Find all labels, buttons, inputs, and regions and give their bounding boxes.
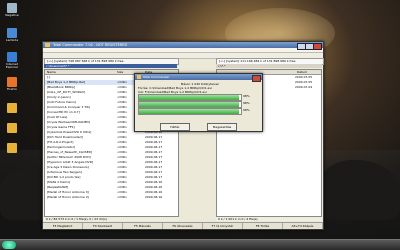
folder-icon bbox=[7, 143, 17, 153]
desktop-icon-label: Lambda bbox=[5, 38, 19, 42]
table-row[interactable]: [Medal of Honor Airborne II] <DIR> 2009.06… bbox=[45, 195, 178, 200]
progress-percent: 98% bbox=[243, 101, 250, 105]
function-key-bar: F3 Megtekint F4 Szerkeszt F5 Másolás F6 Átn… bbox=[43, 222, 323, 229]
total-commander-window: Total Commander 7.04 - NOT REGISTERED [-… bbox=[42, 41, 324, 230]
row-size: <DIR> bbox=[117, 195, 128, 199]
function-key-button[interactable]: F8 Törlés bbox=[243, 223, 283, 229]
progress-percent: 98% bbox=[243, 94, 250, 98]
function-key-button[interactable]: F7 Új könyvtár bbox=[203, 223, 243, 229]
path-left[interactable]: c:\Download\*.* bbox=[44, 64, 177, 68]
background-button[interactable]: Háttér bbox=[160, 123, 190, 131]
folder-icon bbox=[7, 103, 17, 113]
status-left: 0 k / 82 573 k in 0 / 1 file(s), 0 / 23 … bbox=[44, 217, 179, 221]
desktop-icon[interactable]: Internet Explorer bbox=[2, 52, 22, 70]
progress-bar bbox=[138, 94, 242, 101]
desktop-icon[interactable]: Negative bbox=[2, 3, 22, 17]
dialog-close-button[interactable] bbox=[252, 74, 261, 82]
path-right[interactable]: c:\*.* bbox=[216, 64, 322, 68]
desktop-icon[interactable] bbox=[2, 143, 22, 154]
dialog-title-bar[interactable]: Total Commander bbox=[135, 74, 262, 82]
cancel-button[interactable]: Megszakítás bbox=[207, 123, 237, 131]
status-right: 0 k / 1 001 k in 0 / 4 file(s) bbox=[216, 217, 322, 221]
desktop-icon[interactable]: Lambda bbox=[2, 28, 22, 42]
title-bar[interactable]: Total Commander 7.04 - NOT REGISTERED bbox=[43, 42, 323, 50]
folder-icon bbox=[7, 123, 17, 133]
desktop-icon[interactable] bbox=[2, 103, 22, 114]
progress-percent: 98% bbox=[243, 108, 250, 112]
app-icon bbox=[45, 43, 50, 47]
close-button[interactable] bbox=[313, 42, 322, 50]
start-button[interactable] bbox=[2, 241, 16, 249]
window-title: Total Commander 7.04 - NOT REGISTERED bbox=[53, 43, 128, 47]
function-key-button[interactable]: F3 Megtekint bbox=[43, 223, 83, 229]
desktop-icon[interactable] bbox=[2, 123, 22, 134]
recycle-bin-icon bbox=[7, 3, 17, 13]
desktop-icon-label: Negative bbox=[5, 13, 19, 17]
function-key-button[interactable]: F6 Átnevezés bbox=[163, 223, 203, 229]
progress-fill bbox=[139, 109, 239, 114]
row-date: 2009.07.04 bbox=[295, 85, 313, 89]
row-name: [Medal of Honor Airborne II] bbox=[47, 195, 89, 199]
copy-progress-dialog: Total Commander Másol: 1 040 Kilobyte/se… bbox=[134, 73, 263, 132]
taskbar bbox=[0, 239, 400, 250]
app-icon bbox=[7, 28, 17, 38]
progress-bar bbox=[138, 108, 242, 115]
dialog-title: Total Commander bbox=[143, 75, 170, 79]
function-key-button[interactable]: F4 Szerkeszt bbox=[83, 223, 123, 229]
col-date[interactable]: Datum bbox=[297, 70, 307, 74]
firefox-icon bbox=[7, 77, 17, 87]
function-key-button[interactable]: Alt+F4 Kilépés bbox=[283, 223, 323, 229]
col-size[interactable]: Size bbox=[117, 70, 123, 74]
desktop-icon[interactable]: Firefox bbox=[2, 77, 22, 91]
internet-explorer-icon bbox=[7, 52, 17, 62]
desktop-icon-label: Firefox bbox=[7, 87, 17, 91]
progress-fill bbox=[139, 95, 239, 100]
desktop-icon-label: Internet Explorer bbox=[5, 62, 19, 70]
col-name[interactable]: Name bbox=[47, 70, 56, 74]
progress-fill bbox=[139, 102, 239, 107]
row-date: 2009.06.16 bbox=[145, 195, 163, 199]
progress-bar bbox=[138, 101, 242, 108]
function-key-button[interactable]: F5 Másolás bbox=[123, 223, 163, 229]
app-icon bbox=[136, 75, 141, 79]
